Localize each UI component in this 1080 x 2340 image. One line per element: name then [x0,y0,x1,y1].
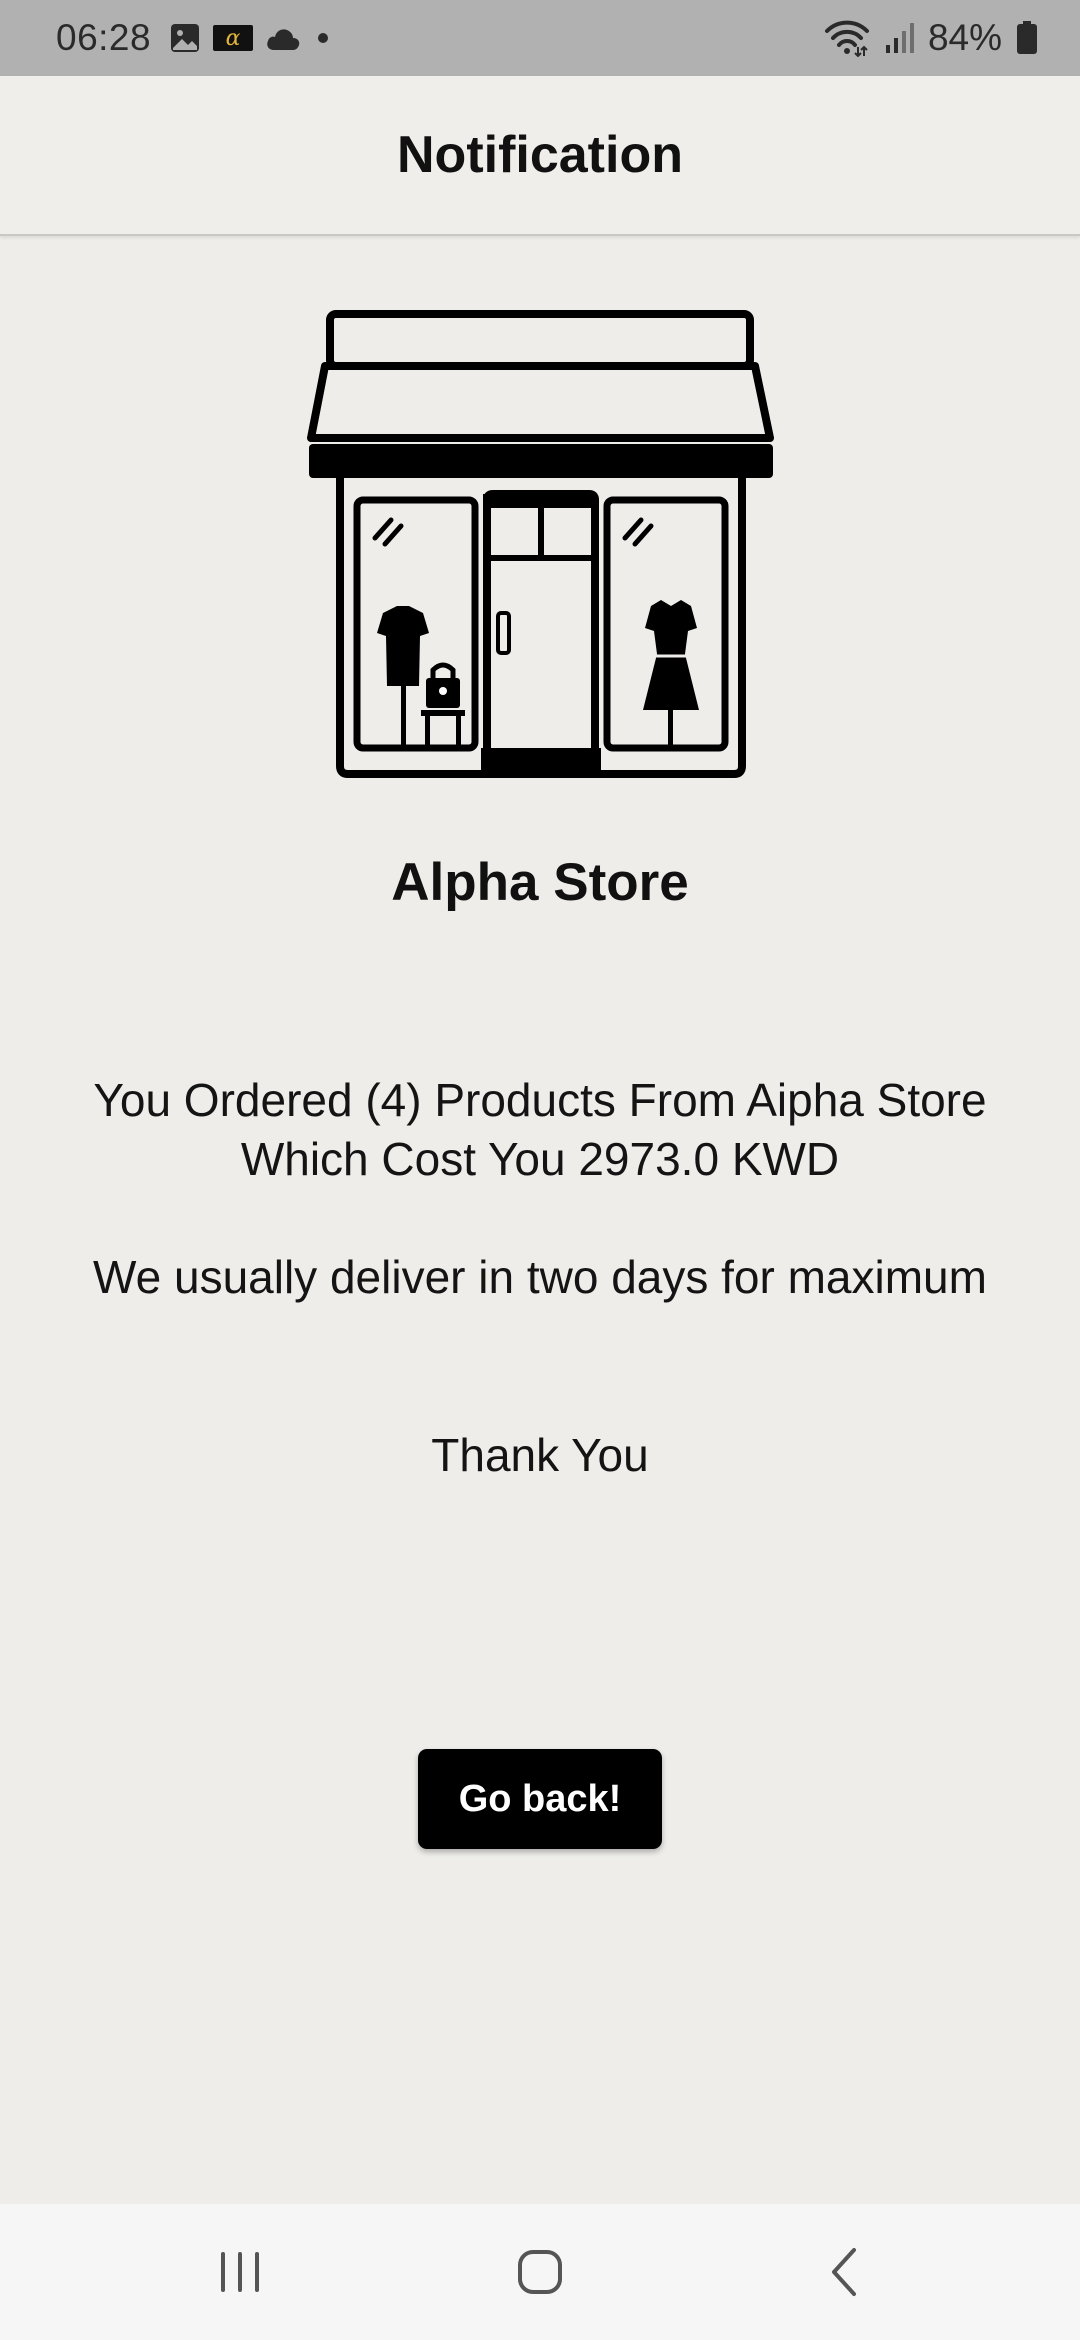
recents-button[interactable] [170,2204,310,2340]
cloud-icon [267,29,300,50]
page-title: Notification [397,126,683,184]
store-name: Alpha Store [391,853,689,912]
wifi-icon [824,20,869,57]
status-bar: 06:28 α 84% [0,0,1080,76]
status-time: 06:28 [56,17,152,58]
storefront-icon [307,310,774,778]
order-summary-text: You Ordered (4) Products From Aipha Stor… [93,1074,987,1185]
navigation-bar [0,2204,1080,2340]
home-button[interactable] [470,2204,610,2340]
recents-icon [221,2252,259,2292]
alpha-app-icon: α [213,25,254,51]
back-icon [832,2248,856,2296]
system-status: 84% [824,17,1038,59]
svg-text:α: α [226,26,241,51]
home-icon [518,2250,562,2294]
signal-icon [885,23,914,53]
dot-icon [318,33,329,43]
gallery-icon [171,24,200,52]
battery-percentage: 84% [927,17,1002,58]
battery-icon [1017,21,1037,54]
notification-icons: α [169,22,333,54]
delivery-note-text: We usually deliver in two days for maxim… [93,1251,987,1303]
app-bar: Notification [0,76,1080,236]
back-button[interactable] [774,2204,914,2340]
thank-you-text: Thank You [431,1429,649,1481]
go-back-button[interactable]: Go back! [418,1749,662,1849]
